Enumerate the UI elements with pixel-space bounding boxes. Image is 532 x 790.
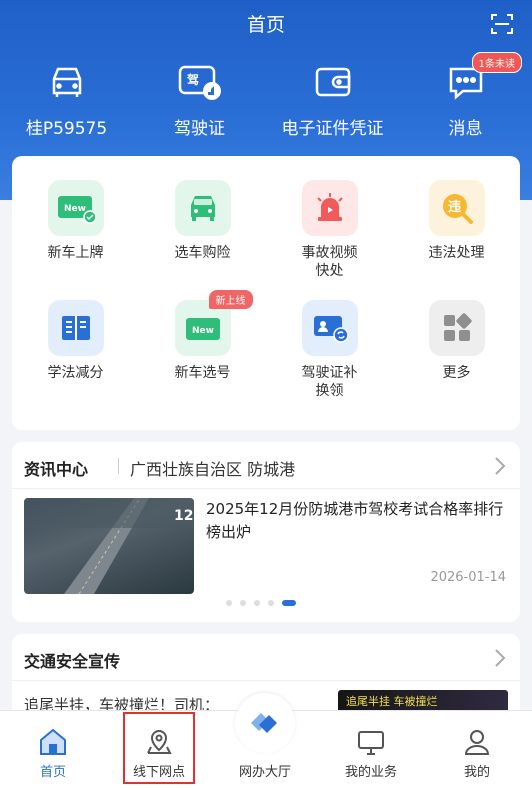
car-insurance-icon (190, 196, 215, 221)
carousel-dot[interactable] (268, 600, 274, 606)
carousel-dots (226, 600, 296, 606)
new-online-tag: 新上线 (208, 290, 253, 309)
new-plate-icon: New (57, 196, 96, 224)
page-title: 首页 (246, 14, 285, 36)
services-card: New 新车上牌 选车购险 事故视频 快处 违 违法处理 学法减分 New 新上… (12, 156, 520, 430)
service-new-plate[interactable]: New 新车上牌 (12, 180, 139, 262)
chevron-right-icon[interactable] (494, 456, 506, 476)
carousel-dot[interactable] (240, 600, 246, 606)
online-hall-button[interactable] (235, 693, 295, 753)
wallet-icon (315, 67, 350, 97)
divider (118, 458, 119, 474)
message-label: 消息 (448, 119, 483, 139)
service-label: 新车上牌 (47, 245, 104, 261)
carousel-dot[interactable] (226, 600, 232, 606)
divider (12, 488, 520, 489)
svg-text:驾: 驾 (186, 72, 199, 87)
car-icon (52, 67, 81, 97)
plate-select-icon: New (185, 318, 220, 340)
user-icon (464, 730, 490, 755)
e-certificate-shortcut[interactable]: 电子证件凭证 (266, 60, 399, 139)
vehicle-shortcut[interactable]: 桂P59575 (0, 60, 133, 139)
license-shortcut[interactable]: 驾 驾驶证 (133, 60, 266, 139)
highlight-box (123, 712, 195, 784)
tab-label: 我的 (463, 765, 490, 780)
message-shortcut[interactable]: 消息 1条未读 (399, 52, 532, 139)
vehicle-plate-label: 桂P59575 (25, 119, 108, 139)
home-icon (40, 728, 66, 755)
service-violation[interactable]: 违 违法处理 (393, 180, 520, 262)
news-item-date: 2026-01-14 (430, 570, 506, 585)
more-grid-icon (443, 313, 472, 341)
service-study-law[interactable]: 学法减分 (12, 300, 139, 382)
news-section-title: 资讯中心 (24, 460, 89, 479)
bottom-tab-bar: 首页 线下网点 网办大厅 我的业务 我的 (0, 693, 532, 790)
carousel-dot[interactable] (254, 600, 260, 606)
service-label: 事故视频 快处 (301, 245, 358, 279)
svg-text:违: 违 (448, 199, 461, 215)
tab-online-hall[interactable]: 网办大厅 (212, 693, 318, 790)
e-certificate-label: 电子证件凭证 (281, 119, 384, 139)
news-region[interactable]: 广西壮族自治区 防城港 (130, 456, 295, 480)
news-card: 资讯中心 广西壮族自治区 防城港 12 2025年12月份防城港市驾校考试合格率… (12, 442, 520, 622)
scan-icon[interactable] (490, 12, 514, 36)
tab-label: 我的业务 (344, 765, 397, 780)
violation-icon: 违 (442, 194, 473, 224)
chevron-right-icon[interactable] (494, 648, 506, 668)
service-label: 驾驶证补 换领 (301, 365, 358, 399)
service-label: 新车选号 (174, 365, 231, 381)
service-label: 更多 (442, 365, 471, 381)
service-car-insurance[interactable]: 选车购险 (139, 180, 266, 262)
service-accident-video[interactable]: 事故视频 快处 (266, 180, 393, 280)
tab-label: 网办大厅 (238, 765, 291, 780)
service-license-renew[interactable]: 驾驶证补 换领 (266, 300, 393, 400)
divider (12, 680, 520, 681)
safety-section-title: 交通安全宣传 (24, 652, 121, 671)
carousel-dot-active[interactable] (282, 600, 296, 606)
id-card-icon (313, 316, 349, 343)
news-image-text: 12 (174, 508, 193, 524)
tab-mine[interactable]: 我的 (424, 711, 530, 790)
service-plate-select[interactable]: New 新上线 新车选号 (139, 290, 266, 382)
news-item-title[interactable]: 2025年12月份防城港市驾校考试合格率排行榜出炉 (206, 498, 506, 544)
news-image-graphic: 12 (24, 498, 194, 594)
license-label: 驾驶证 (174, 119, 225, 139)
book-icon (61, 316, 90, 340)
tab-label: 首页 (39, 765, 66, 780)
service-label: 学法减分 (47, 365, 104, 381)
monitor-icon (358, 731, 384, 755)
tab-home[interactable]: 首页 (0, 711, 106, 790)
service-label: 违法处理 (428, 245, 485, 261)
license-icon: 驾 (178, 65, 221, 100)
handshake-icon (251, 713, 277, 733)
svg-text:New: New (64, 204, 86, 214)
tab-my-business[interactable]: 我的业务 (318, 711, 424, 790)
alarm-icon (316, 193, 343, 221)
service-more[interactable]: 更多 (393, 300, 520, 382)
header-shortcuts: 桂P59575 驾 驾驶证 电子证件凭证 消息 1条未读 (0, 52, 532, 140)
service-label: 选车购险 (174, 245, 231, 261)
unread-badge: 1条未读 (471, 52, 522, 73)
svg-text:New: New (192, 326, 214, 336)
news-thumbnail[interactable]: 12 (24, 498, 194, 594)
